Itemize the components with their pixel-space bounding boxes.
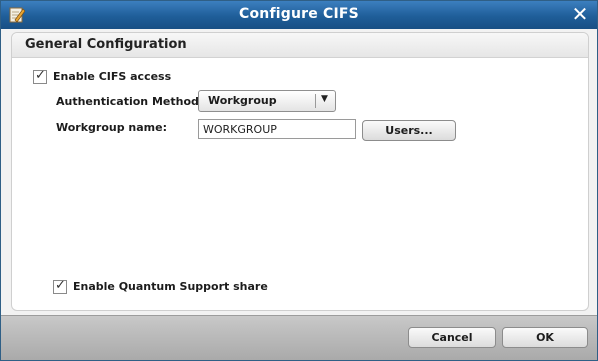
configure-cifs-dialog: Configure CIFS ✕ General Configuration ✓… <box>0 0 598 361</box>
chevron-down-icon: ▼ <box>321 94 328 104</box>
workgroup-name-label: Workgroup name: <box>56 121 168 134</box>
users-button[interactable]: Users... <box>362 120 456 141</box>
checkmark-icon: ✓ <box>35 68 46 83</box>
select-divider <box>315 94 316 108</box>
enable-support-share-checkbox[interactable]: ✓ <box>53 278 67 294</box>
enable-cifs-label: Enable CIFS access <box>53 70 172 83</box>
enable-cifs-checkbox[interactable]: ✓ <box>33 68 47 84</box>
authentication-method-value: Workgroup <box>208 94 277 107</box>
dialog-title: Configure CIFS <box>239 6 359 22</box>
checkmark-icon: ✓ <box>55 278 66 293</box>
dialog-footer: Cancel OK <box>1 315 597 360</box>
panel-header: General Configuration <box>12 33 588 58</box>
authentication-method-select[interactable]: Workgroup ▼ <box>198 90 336 112</box>
close-icon[interactable]: ✕ <box>569 3 591 25</box>
ok-button[interactable]: OK <box>502 327 588 348</box>
title-bar[interactable]: Configure CIFS ✕ <box>1 1 597 29</box>
authentication-method-label: Authentication Method: <box>56 95 204 108</box>
cancel-button[interactable]: Cancel <box>408 327 496 348</box>
enable-support-share-label: Enable Quantum Support share <box>73 280 268 293</box>
panel-title: General Configuration <box>25 37 187 52</box>
general-configuration-panel: General Configuration ✓ Enable CIFS acce… <box>11 32 589 311</box>
workgroup-name-input[interactable] <box>198 119 356 139</box>
